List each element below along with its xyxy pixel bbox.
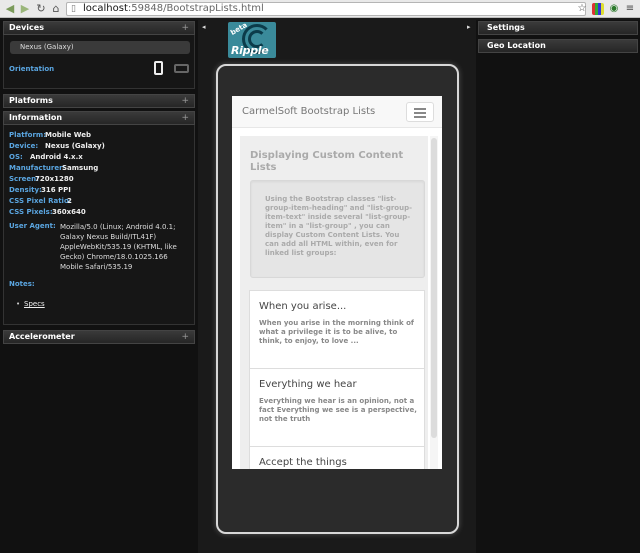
info-row: CSS Pixels: 360x640	[9, 208, 86, 217]
portrait-icon[interactable]	[154, 61, 163, 75]
geo-location-panel-header[interactable]: Geo Location	[478, 39, 638, 53]
right-sidebar: Settings Geo Location	[476, 20, 640, 553]
devices-panel-header[interactable]: Devices +	[3, 21, 195, 35]
address-bar[interactable]: ▯ localhost:59848/BootstrapLists.html	[66, 2, 586, 16]
info-key: CSS Pixels:	[9, 208, 53, 216]
specs-link[interactable]: Specs	[24, 300, 45, 308]
info-key: OS:	[9, 153, 23, 161]
info-value: Samsung	[62, 164, 99, 172]
expand-icon[interactable]: +	[181, 112, 189, 124]
extension-icon[interactable]: ◉	[608, 3, 620, 15]
page-icon: ▯	[71, 4, 76, 14]
list-item-heading: When you arise...	[259, 301, 347, 312]
url-path: :59848/BootstrapLists.html	[127, 3, 264, 14]
info-key: Platform:	[9, 131, 46, 139]
expand-icon[interactable]: +	[181, 331, 189, 343]
flag-icon[interactable]	[592, 3, 604, 15]
list-item[interactable]: Accept the things	[250, 447, 424, 469]
landscape-icon[interactable]	[174, 64, 189, 73]
info-value: 360x640	[52, 208, 86, 216]
url-text: localhost:59848/BootstrapLists.html	[83, 3, 264, 15]
information-panel-header[interactable]: Information +	[3, 111, 195, 125]
reload-icon[interactable]: ↻	[35, 3, 47, 15]
notes-key: Notes:	[9, 280, 35, 288]
info-row: Screen: 720x1280	[9, 175, 74, 184]
navbar-toggle-button[interactable]	[406, 102, 434, 122]
collapse-right-icon[interactable]: ▸	[467, 23, 471, 31]
list-item[interactable]: Everything we hear Everything we hear is…	[250, 369, 424, 447]
info-value: 316 PPI	[41, 186, 71, 194]
info-value: Nexus (Galaxy)	[45, 142, 105, 150]
devices-title: Devices	[9, 23, 44, 32]
info-value: Mobile Web	[45, 131, 91, 139]
list-item[interactable]: When you arise... When you arise in the …	[250, 291, 424, 369]
scroll-thumb[interactable]	[431, 138, 437, 438]
info-row: CSS Pixel Ratio: 2	[9, 197, 72, 206]
forward-icon[interactable]: ▶	[19, 3, 31, 15]
info-key: Density:	[9, 186, 42, 194]
info-value: Android 4.x.x	[30, 153, 83, 161]
hamburger-icon	[414, 116, 426, 118]
info-well: Using the Bootstrap classes "list-group-…	[250, 180, 425, 278]
screen-scrollbar[interactable]	[430, 136, 438, 469]
user-agent-value: Mozilla/5.0 (Linux; Android 4.0.1; Galax…	[60, 223, 177, 271]
info-row: Density: 316 PPI	[9, 186, 71, 195]
info-row: Platform: Mobile Web	[9, 131, 91, 140]
info-value: 2	[67, 197, 72, 205]
page-heading: Displaying Custom Content Lists	[250, 150, 404, 173]
info-value: 720x1280	[35, 175, 74, 183]
devices-panel-body: Nexus (Galaxy) Orientation	[3, 35, 195, 89]
device-select[interactable]: Nexus (Galaxy)	[10, 41, 190, 54]
home-icon[interactable]: ⌂	[50, 3, 62, 15]
collapse-left-icon[interactable]: ◂	[202, 23, 206, 31]
back-icon[interactable]: ◀	[4, 3, 16, 15]
settings-panel-header[interactable]: Settings	[478, 21, 638, 35]
accelerometer-title: Accelerometer	[9, 332, 75, 341]
left-sidebar: Devices + Nexus (Galaxy) Orientation Pla…	[0, 20, 198, 553]
info-row: Device: Nexus (Galaxy)	[9, 142, 105, 151]
ripple-logo: beta Ripple	[228, 22, 276, 58]
list-item-heading: Everything we hear	[259, 379, 357, 390]
bullet: •	[16, 300, 21, 308]
list-item-text: Everything we hear is an opinion, not a …	[259, 397, 417, 423]
info-key: CSS Pixel Ratio:	[9, 197, 72, 205]
url-host: localhost	[83, 3, 128, 14]
info-key: Manufacturer:	[9, 164, 66, 172]
ripple-name: Ripple	[231, 44, 269, 57]
list-item-text: When you arise in the morning think of w…	[259, 319, 414, 345]
info-row: OS: Android 4.x.x	[9, 153, 83, 162]
app-content: Displaying Custom Content Lists Using th…	[240, 136, 428, 469]
well-text: Using the Bootstrap classes "list-group-…	[265, 195, 412, 257]
info-key: Device:	[9, 142, 39, 150]
hamburger-icon	[414, 112, 426, 114]
info-row: Manufacturer: Samsung	[9, 164, 98, 173]
platforms-panel-header[interactable]: Platforms +	[3, 94, 195, 108]
expand-icon[interactable]: +	[181, 95, 189, 107]
app-navbar: CarmelSoft Bootstrap Lists	[232, 96, 442, 128]
app-brand[interactable]: CarmelSoft Bootstrap Lists	[242, 106, 375, 117]
orientation-label: Orientation	[9, 65, 55, 73]
platforms-title: Platforms	[9, 96, 53, 105]
hamburger-icon	[414, 108, 426, 110]
expand-icon[interactable]: +	[181, 22, 189, 34]
list-item-heading: Accept the things	[259, 457, 347, 468]
accelerometer-panel-header[interactable]: Accelerometer +	[3, 330, 195, 344]
user-agent-key: User Agent:	[9, 222, 56, 230]
list-group: When you arise... When you arise in the …	[249, 290, 425, 469]
menu-icon[interactable]: ≡	[624, 3, 636, 15]
browser-toolbar: ◀ ▶ ↻ ⌂ ▯ localhost:59848/BootstrapLists…	[0, 0, 640, 18]
information-title: Information	[9, 113, 63, 122]
device-screen: CarmelSoft Bootstrap Lists Displaying Cu…	[232, 96, 442, 469]
bookmark-star-icon[interactable]: ☆	[576, 3, 588, 15]
